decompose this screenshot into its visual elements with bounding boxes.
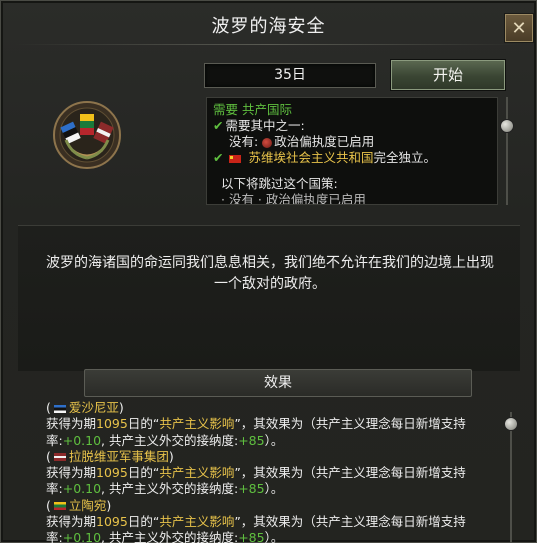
requirement-line: ✔ 苏维埃社会主义共和国完全独立。	[213, 150, 491, 166]
window-title: 波罗的海安全	[211, 16, 326, 37]
country-name[interactable]: 爱沙尼亚	[69, 400, 119, 415]
scroll-knob[interactable]	[504, 417, 518, 431]
effect-item: (拉脱维亚军事集团) 获得为期1095日的“共产主义影响”，其效果为（共产主义理…	[20, 449, 498, 498]
requirement-text: 需要其中之一:	[225, 118, 305, 133]
effects-list[interactable]: (爱沙尼亚) 获得为期1095日的“共产主义影响”，其效果为（共产主义理念每日新…	[20, 400, 498, 543]
country-name[interactable]: 苏维埃社会主义共和国	[248, 150, 373, 165]
requirement-line: 没有: 政治偏执度已启用	[213, 134, 491, 150]
effects-header: 效果	[84, 369, 472, 397]
effect-text: 获得为期1095日的“共产主义影响”，其效果为（共产主义理念每日新增支持率:+0…	[46, 514, 466, 543]
country-name[interactable]: 拉脱维亚军事集团	[69, 449, 169, 464]
requirements-scrollbar[interactable]	[500, 97, 514, 205]
effect-text: 获得为期1095日的“共产主义影响”，其效果为（共产主义理念每日新增支持率:+0…	[46, 465, 466, 497]
requirement-line: 以下将跳过这个国策:	[213, 176, 491, 192]
effect-item: (爱沙尼亚) 获得为期1095日的“共产主义影响”，其效果为（共产主义理念每日新…	[20, 400, 498, 449]
requirement-text: 政治偏执度已启用	[274, 134, 375, 149]
country-name[interactable]: 立陶宛	[69, 498, 107, 513]
requirement-line: · 没有 · 政治偏执度已启用	[213, 192, 491, 205]
baltic-flags-emblem-icon	[53, 101, 121, 169]
requirement-text: 完全独立。	[373, 150, 436, 165]
effect-country-line: (爱沙尼亚)	[46, 400, 124, 415]
latvia-flag-icon	[53, 453, 66, 462]
soviet-flag-icon	[229, 154, 242, 163]
political-paranoia-icon	[262, 137, 273, 148]
scroll-track	[506, 97, 508, 205]
requirement-text: 以下将跳过这个国策:	[221, 176, 338, 191]
requirement-text: 没有:	[229, 134, 259, 149]
requirement-label: 需要	[213, 102, 239, 117]
estonia-flag-icon	[53, 404, 66, 413]
close-icon: ✕	[511, 17, 527, 39]
requirement-line: 需要 共产国际	[213, 102, 491, 118]
effect-text: 获得为期1095日的“共产主义影响”，其效果为（共产主义理念每日新增支持率:+0…	[46, 416, 466, 448]
focus-description: 波罗的海诸国的命运同我们息息相关，我们绝不允许在我们的边境上出现一个敌对的政府。	[46, 255, 494, 292]
checkmark-icon: ✔	[213, 118, 224, 133]
focus-window: 波罗的海安全 ✕ 35日 开始 需要 共产国际 ✔ 需要其中之一: 没有: 政治…	[0, 0, 537, 543]
scroll-track	[510, 412, 512, 543]
requirement-line: ✔ 需要其中之一:	[213, 118, 491, 134]
requirement-text: · 没有 · 政治偏执度已启用	[221, 192, 366, 205]
days-display: 35日	[204, 63, 376, 88]
effects-scrollbar[interactable]	[504, 412, 518, 543]
effect-item: (立陶宛) 获得为期1095日的“共产主义影响”，其效果为（共产主义理念每日新增…	[20, 498, 498, 543]
description-area	[18, 225, 520, 371]
title-divider	[14, 44, 523, 45]
effect-country-line: (立陶宛)	[46, 497, 112, 513]
requirements-panel[interactable]: 需要 共产国际 ✔ 需要其中之一: 没有: 政治偏执度已启用 ✔ 苏维埃社会主义共…	[206, 97, 498, 205]
close-button[interactable]: ✕	[505, 14, 533, 42]
start-button[interactable]: 开始	[391, 60, 505, 90]
lithuania-flag-icon	[53, 502, 66, 511]
requirement-value: 共产国际	[242, 102, 293, 117]
checkmark-icon: ✔	[213, 150, 224, 165]
scroll-knob[interactable]	[500, 119, 514, 133]
effect-country-line: (拉脱维亚军事集团)	[46, 448, 174, 464]
